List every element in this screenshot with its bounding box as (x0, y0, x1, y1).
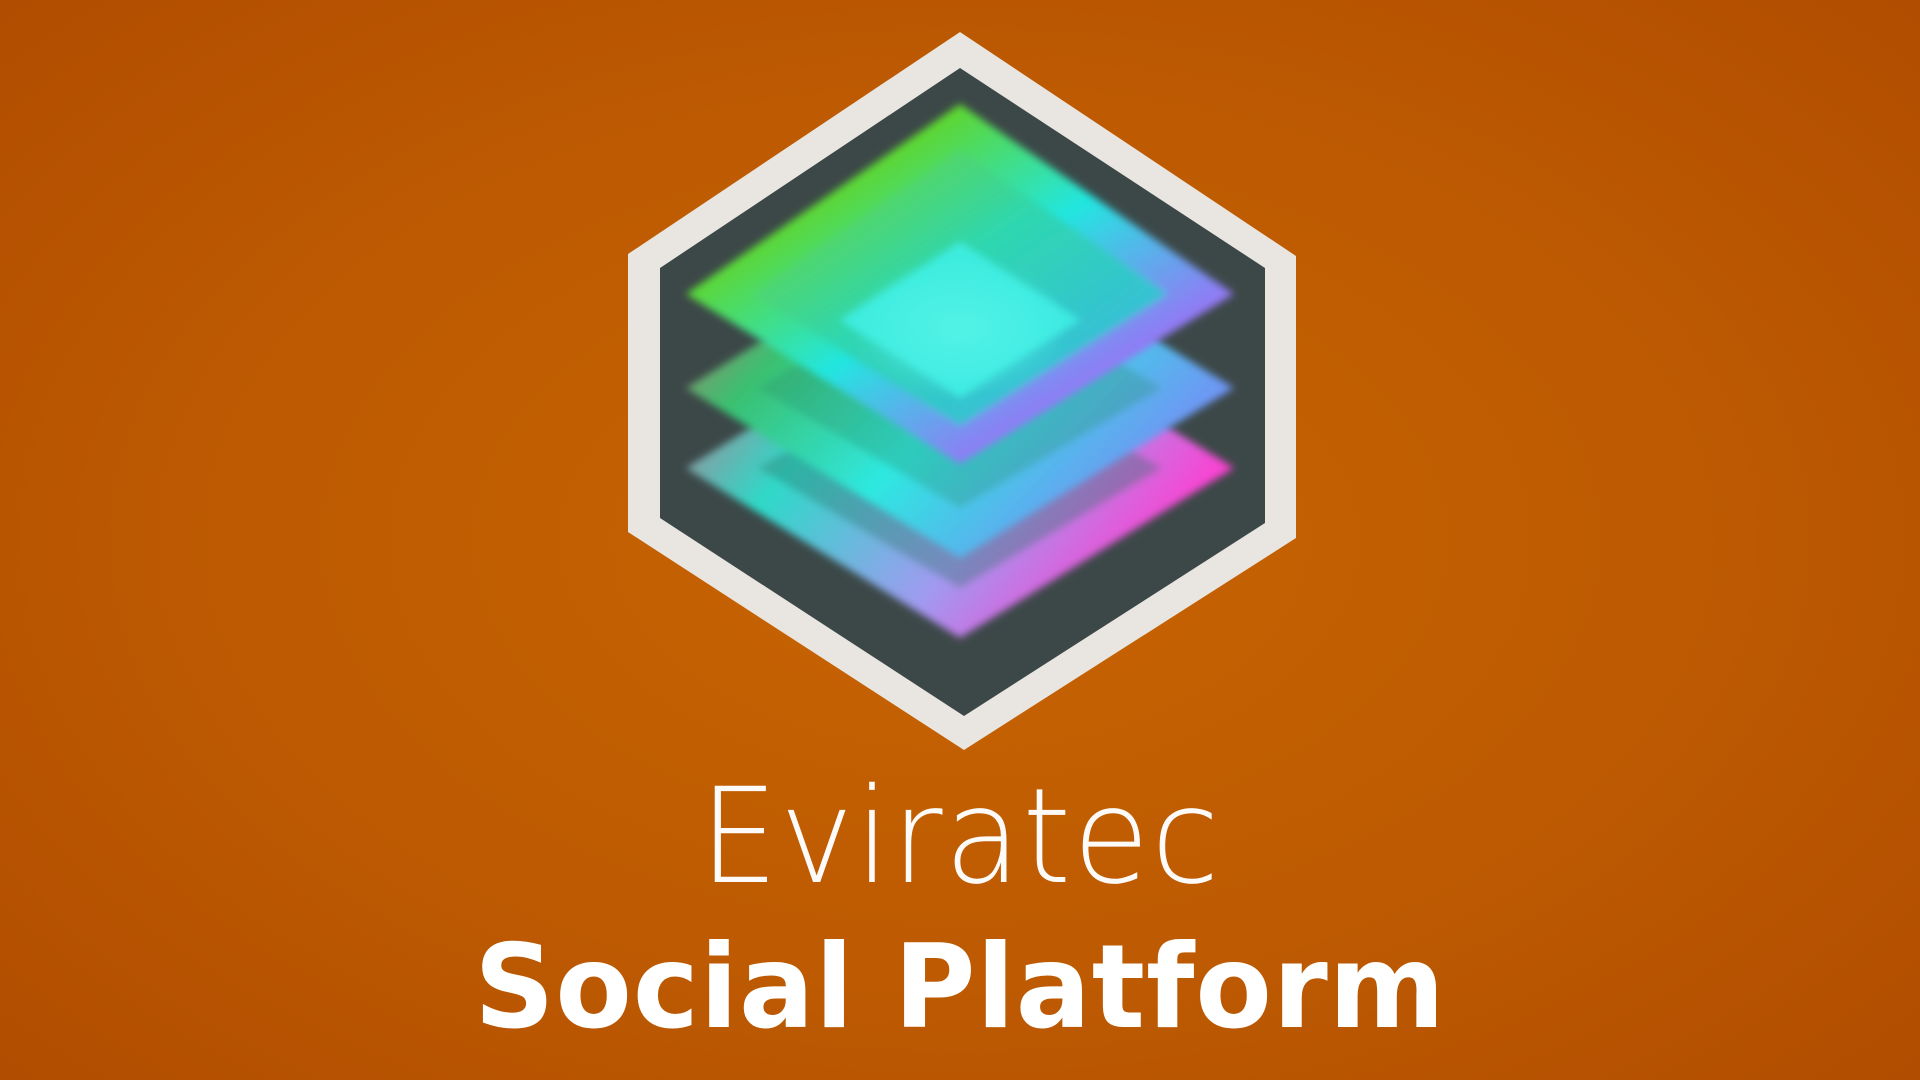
brand-name: Eviratec (0, 762, 1920, 912)
product-title: Social Platform (0, 920, 1920, 1056)
splash-screen: Eviratec Social Platform (0, 0, 1920, 1080)
product-title-text: Social Platform (474, 920, 1446, 1055)
app-logo (620, 28, 1304, 754)
layered-stack-hexagon-icon (628, 32, 1296, 750)
brand-name-text: Eviratec (699, 760, 1221, 914)
